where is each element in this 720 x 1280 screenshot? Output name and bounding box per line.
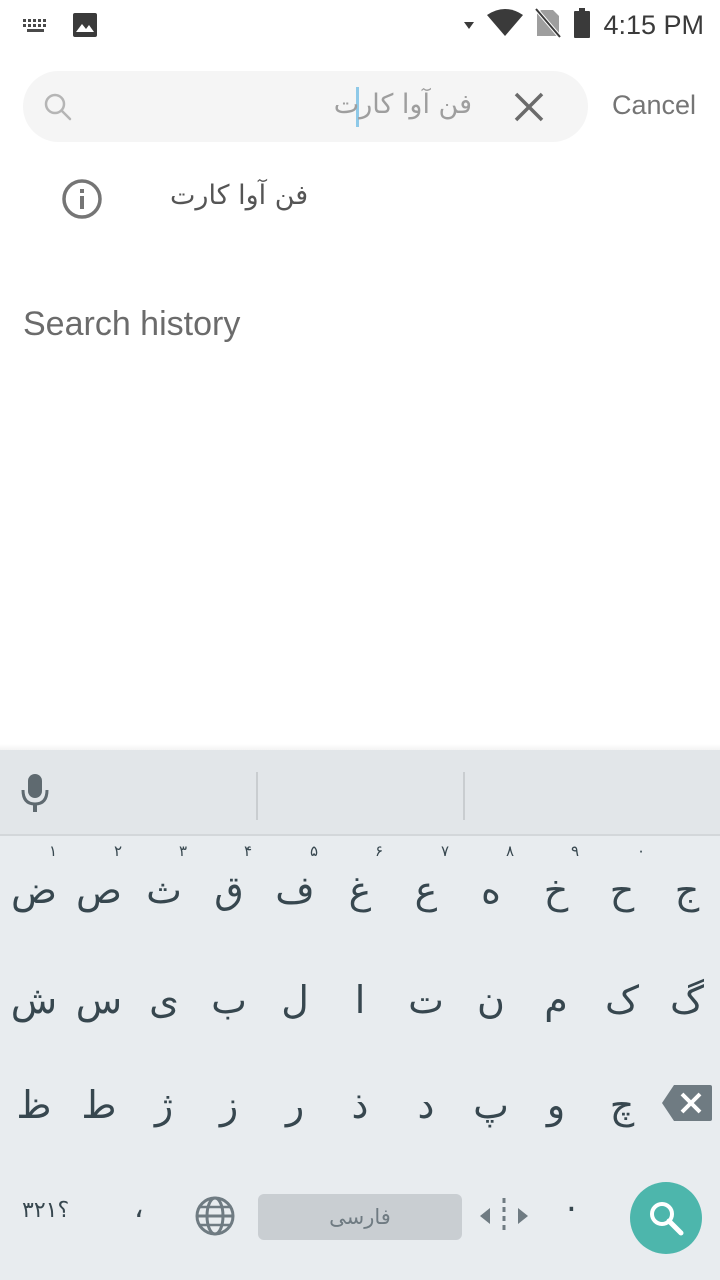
key-he[interactable]: ه۸ <box>458 840 524 940</box>
suggestion-row[interactable]: فن آوا کارت <box>0 160 720 240</box>
no-sim-icon <box>534 7 562 42</box>
key-che[interactable]: چ <box>589 1055 655 1155</box>
image-icon <box>72 12 98 42</box>
space-key[interactable]: فارسی <box>258 1194 462 1240</box>
key-ein[interactable]: ع۷ <box>393 840 459 940</box>
strip-divider <box>256 772 258 820</box>
key-ye[interactable]: ی <box>131 950 197 1050</box>
status-bar: 4:15 PM <box>0 0 720 50</box>
period-key[interactable]: . <box>566 1180 577 1220</box>
search-icon <box>650 1202 684 1236</box>
key-khe[interactable]: خ۹ <box>523 840 589 940</box>
wifi-icon <box>487 9 524 41</box>
microphone-icon[interactable] <box>18 772 52 814</box>
key-fe[interactable]: ف۵ <box>262 840 328 940</box>
key-se[interactable]: ث۳ <box>131 840 197 940</box>
suggestion-text: فن آوا کارت <box>170 180 309 211</box>
key-mim[interactable]: م <box>523 950 589 1050</box>
key-dad[interactable]: ض۱ <box>1 840 67 940</box>
key-pe[interactable]: پ <box>458 1055 524 1155</box>
key-re[interactable]: ر <box>262 1055 328 1155</box>
key-sad[interactable]: ص۲ <box>66 840 132 940</box>
key-kaf[interactable]: ک <box>589 950 655 1050</box>
status-time: 4:15 PM <box>603 9 704 40</box>
keyboard: ض۱ ص۲ ث۳ ق۴ ف۵ غ۶ ع۷ ه۸ خ۹ ح۰ ج ش س ی ب … <box>0 750 720 1280</box>
key-ze[interactable]: ز <box>196 1055 262 1155</box>
strip-edge <box>0 834 720 836</box>
comma-key[interactable]: ، <box>134 1190 144 1225</box>
strip-divider <box>463 772 465 820</box>
backspace-icon[interactable] <box>660 1083 714 1123</box>
key-te[interactable]: ت <box>393 950 459 1050</box>
key-hhe[interactable]: ح۰ <box>589 840 655 940</box>
search-history-title: Search history <box>23 305 241 343</box>
info-icon <box>61 178 103 220</box>
key-alef[interactable]: ا <box>327 950 393 1050</box>
signal-arrow-icon <box>463 16 475 35</box>
key-gaf[interactable]: گ <box>654 950 720 1050</box>
key-sin[interactable]: س <box>66 950 132 1050</box>
key-ta[interactable]: ط <box>66 1055 132 1155</box>
keyboard-suggestion-strip <box>0 750 720 834</box>
keyboard-icon <box>22 16 50 38</box>
search-action-key[interactable] <box>630 1182 702 1254</box>
key-zhe[interactable]: ژ <box>131 1055 197 1155</box>
key-nun[interactable]: ن <box>458 950 524 1050</box>
key-vav[interactable]: و <box>523 1055 589 1155</box>
key-shin[interactable]: ش <box>1 950 67 1050</box>
key-zal[interactable]: ذ <box>327 1055 393 1155</box>
search-input[interactable]: فن آوا کارت <box>334 89 472 120</box>
screen: 4:15 PM فن آوا کارت Cancel فن آوا کارت S… <box>0 0 720 1280</box>
cancel-button[interactable]: Cancel <box>612 90 696 121</box>
battery-icon <box>573 8 591 42</box>
key-ghaf[interactable]: ق۴ <box>196 840 262 940</box>
key-za[interactable]: ظ <box>1 1055 67 1155</box>
search-icon <box>43 92 73 122</box>
key-dal[interactable]: د <box>393 1055 459 1155</box>
globe-icon[interactable] <box>193 1194 237 1238</box>
cursor-move-icon[interactable] <box>478 1196 530 1236</box>
search-box[interactable]: فن آوا کارت <box>23 71 588 142</box>
key-be[interactable]: ب <box>196 950 262 1050</box>
key-jim[interactable]: ج <box>654 840 720 940</box>
key-lam[interactable]: ل <box>262 950 328 1050</box>
key-ghein[interactable]: غ۶ <box>327 840 393 940</box>
clear-icon[interactable] <box>511 89 547 125</box>
symbols-key[interactable]: ؟۳۲۱ <box>22 1198 69 1223</box>
